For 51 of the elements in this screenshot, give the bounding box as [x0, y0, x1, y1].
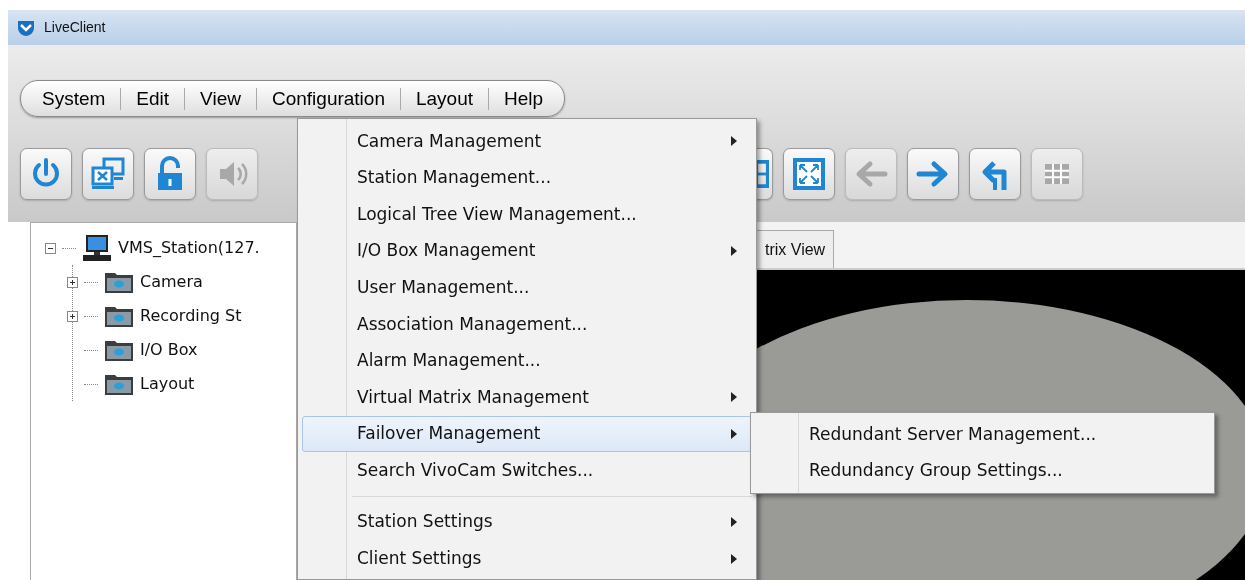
tree-item[interactable]: Layout [140, 372, 195, 396]
menu-item[interactable]: Redundancy Group Settings... [754, 452, 1211, 490]
menu-bar-item[interactable]: View [185, 87, 257, 110]
menu-item[interactable]: User Management... [302, 269, 752, 306]
toolbar-button[interactable] [907, 148, 959, 200]
folder-icon [104, 304, 134, 328]
folder-icon [104, 338, 134, 362]
menu-item[interactable]: Virtual Matrix Management [302, 379, 752, 416]
folder-icon [104, 270, 134, 294]
submenu-arrow-icon [731, 246, 737, 257]
submenu-arrow-icon [731, 517, 737, 528]
folder-icon [104, 372, 134, 396]
tab[interactable]: trix View [757, 230, 835, 268]
tree-item[interactable]: VMS_Station(127. [118, 236, 260, 260]
expand-toggle[interactable] [67, 310, 78, 322]
menu-item[interactable]: Station Management... [302, 159, 752, 197]
menu-bar-item[interactable]: Help [489, 87, 559, 110]
window-icon [754, 160, 769, 188]
app-logo-icon [16, 18, 36, 37]
computer-icon [82, 234, 112, 262]
tree-item[interactable]: I/O Box [140, 338, 198, 362]
submenu-arrow-icon [731, 553, 737, 564]
menu-bar-item[interactable]: Layout [401, 87, 490, 110]
tree-item[interactable]: Recording St [140, 304, 242, 328]
menu-item[interactable]: Alarm Management... [302, 342, 752, 380]
tree-item[interactable]: Camera [140, 270, 203, 294]
menu-bar-item[interactable]: Configuration [256, 87, 401, 110]
toolbar-button[interactable] [82, 148, 134, 200]
menu-item[interactable]: Station Settings [302, 503, 752, 541]
menu-item[interactable]: Logical Tree View Management... [302, 196, 752, 233]
window-title: LiveClient [44, 18, 106, 37]
menu-bar-item[interactable]: System [27, 87, 122, 110]
submenu-arrow-icon [731, 392, 737, 403]
fullscreen-icon [791, 156, 827, 192]
toolbar-button[interactable] [969, 148, 1021, 200]
expand-toggle[interactable] [67, 276, 78, 288]
submenu-arrow-icon [731, 429, 737, 440]
menu-item[interactable]: Failover Management [302, 415, 752, 453]
menu-bar-item[interactable]: Edit [121, 87, 186, 110]
submenu-arrow-icon [731, 136, 737, 147]
menu-item[interactable]: Association Management... [302, 305, 752, 343]
monitors-icon [90, 156, 126, 192]
menu-item[interactable]: Redundant Server Management... [754, 416, 1211, 453]
toolbar-button[interactable] [783, 148, 835, 200]
menu-item[interactable]: Search VivoCam Switches... [302, 452, 752, 489]
toolbar-button[interactable] [144, 148, 196, 200]
menu-item[interactable]: Client Settings [302, 540, 752, 578]
menu-item[interactable]: Camera Management [302, 123, 752, 160]
toolbar-button[interactable] [20, 148, 72, 200]
menu-item[interactable]: I/O Box Management [302, 232, 752, 270]
collapse-toggle[interactable] [45, 242, 56, 254]
